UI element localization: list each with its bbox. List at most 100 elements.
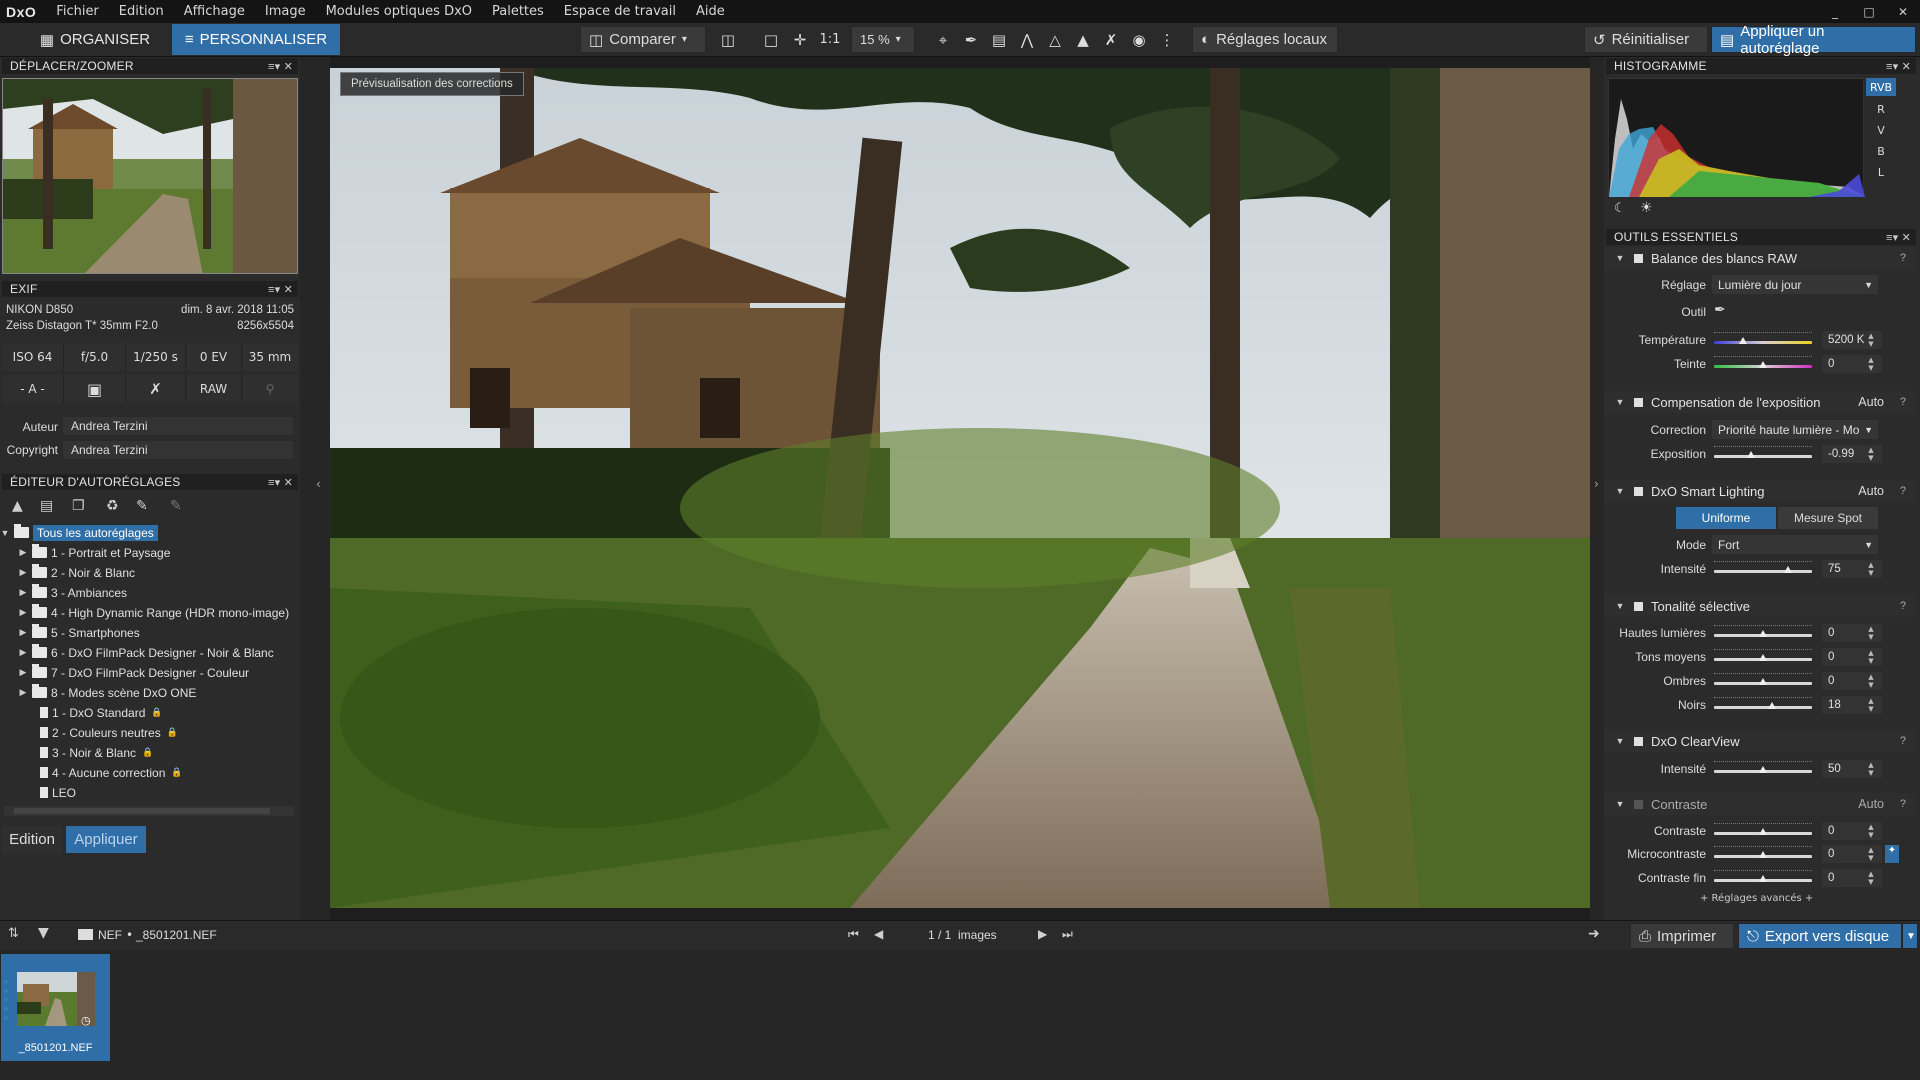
tree-item[interactable]: ▶ 1 - Portrait et Paysage bbox=[18, 543, 170, 562]
section-smart-lighting[interactable]: ▼ DxO Smart Lighting Auto ? bbox=[1604, 480, 1916, 502]
wb-setting-dropdown[interactable]: Lumière du jour ▼ bbox=[1712, 275, 1878, 294]
rating-stars-icon[interactable]: ★ ★ ★ ★ ★ bbox=[3, 978, 9, 1023]
help-icon[interactable]: ? bbox=[1900, 735, 1906, 747]
spot-mode-button[interactable]: Mesure Spot bbox=[1778, 507, 1878, 529]
panel-menu-close-icon[interactable]: ≡▾ ✕ bbox=[1886, 60, 1911, 73]
section-white-balance[interactable]: ▼ Balance des blancs RAW ? bbox=[1604, 247, 1916, 269]
sort-icon[interactable]: ⇅ bbox=[8, 926, 19, 941]
channel-r[interactable]: R bbox=[1866, 100, 1896, 118]
slider-thumb[interactable] bbox=[1759, 828, 1767, 835]
eyedropper-icon[interactable]: ✒ bbox=[961, 30, 981, 50]
slider-thumb[interactable] bbox=[1747, 451, 1756, 458]
section-selective-tone[interactable]: ▼ Tonalité sélective ? bbox=[1604, 595, 1916, 617]
minimize-button[interactable]: _ bbox=[1818, 5, 1852, 19]
apply-preset-button[interactable]: ▤ Appliquer un autoréglage bbox=[1711, 23, 1916, 57]
red-eye-icon[interactable]: ◉ bbox=[1129, 30, 1149, 50]
export-options-button[interactable]: ▼ bbox=[1902, 923, 1918, 949]
slider-thumb[interactable] bbox=[1739, 337, 1748, 344]
menu-aide[interactable]: Aide bbox=[686, 4, 735, 19]
stepper-icon[interactable]: ▲ ▼ bbox=[1866, 672, 1876, 690]
stepper-icon[interactable]: ▲ ▼ bbox=[1866, 822, 1876, 840]
slider-thumb[interactable] bbox=[1759, 875, 1767, 882]
stepper-icon[interactable]: ▲ ▼ bbox=[1866, 560, 1876, 578]
tint-slider[interactable] bbox=[1714, 356, 1812, 370]
maximize-button[interactable]: □ bbox=[1852, 5, 1886, 19]
sl-intensity-slider[interactable] bbox=[1714, 561, 1812, 575]
moire-icon[interactable]: ⋮ bbox=[1157, 30, 1177, 50]
tree-item[interactable]: ▶ 2 - Noir & Blanc bbox=[18, 563, 135, 582]
eyedropper-icon[interactable]: ✒ bbox=[1714, 302, 1726, 318]
stepper-icon[interactable]: ▲ ▼ bbox=[1866, 869, 1876, 887]
copyright-field[interactable]: Andrea Terzini bbox=[62, 440, 294, 460]
tree-item[interactable]: ▶ 8 - Modes scène DxO ONE bbox=[18, 683, 196, 702]
contrast-slider[interactable] bbox=[1714, 823, 1812, 837]
stepper-icon[interactable]: ▲ ▼ bbox=[1866, 355, 1876, 373]
horizon-icon[interactable]: ▤ bbox=[989, 30, 1009, 50]
menu-image[interactable]: Image bbox=[255, 4, 316, 19]
apply-button[interactable]: Appliquer bbox=[66, 826, 146, 853]
section-exposure[interactable]: ▼ Compensation de l'exposition Auto ? bbox=[1604, 391, 1916, 413]
filmstrip-thumbnail[interactable]: ◷ ★ ★ ★ ★ ★ _8501201.NEF bbox=[1, 954, 110, 1061]
reset-button[interactable]: ↺ Réinitialiser bbox=[1584, 26, 1708, 53]
stepper-icon[interactable]: ▲ ▼ bbox=[1866, 445, 1876, 463]
auto-wand-icon[interactable]: ✦ bbox=[1885, 845, 1899, 863]
slider-thumb[interactable] bbox=[1767, 702, 1776, 709]
import-preset-icon[interactable]: ▲ bbox=[12, 498, 23, 514]
duplicate-preset-icon[interactable]: ❐ bbox=[72, 498, 85, 514]
move-icon[interactable]: ✛ bbox=[790, 30, 810, 50]
help-icon[interactable]: ? bbox=[1900, 252, 1906, 264]
slider-thumb[interactable] bbox=[1759, 654, 1767, 661]
stepper-icon[interactable]: ▲ ▼ bbox=[1866, 696, 1876, 714]
tree-item[interactable]: ▶ 4 - High Dynamic Range (HDR mono-image) bbox=[18, 603, 289, 622]
panel-menu-close-icon[interactable]: ≡▾ ✕ bbox=[1886, 231, 1911, 244]
zoom-select[interactable]: 15 % ▾ bbox=[851, 26, 915, 53]
collapse-right-panel-icon[interactable]: › bbox=[1594, 477, 1599, 491]
channel-g[interactable]: V bbox=[1866, 121, 1896, 139]
auto-button[interactable]: Auto bbox=[1858, 395, 1884, 409]
tree-item[interactable]: ▶ 6 - DxO FilmPack Designer - Noir & Blan… bbox=[18, 643, 274, 662]
crop-icon[interactable]: ⌖ bbox=[933, 30, 953, 50]
save-preset-icon[interactable]: ✎ bbox=[170, 498, 182, 514]
section-contrast[interactable]: ▼ Contraste Auto ? bbox=[1604, 793, 1916, 815]
tree-item[interactable]: ▶ 7 - DxO FilmPack Designer - Couleur bbox=[18, 663, 249, 682]
perspective-4-icon[interactable]: △ bbox=[1045, 30, 1065, 50]
author-field[interactable]: Andrea Terzini bbox=[62, 416, 294, 436]
midtones-slider[interactable] bbox=[1714, 649, 1812, 663]
shadows-slider[interactable] bbox=[1714, 673, 1812, 687]
menu-affichage[interactable]: Affichage bbox=[174, 4, 255, 19]
auto-button[interactable]: Auto bbox=[1858, 797, 1884, 811]
help-icon[interactable]: ? bbox=[1900, 485, 1906, 497]
compare-button[interactable]: ◫ Comparer ▾ bbox=[580, 26, 706, 53]
last-image-icon[interactable]: ⏭ bbox=[1062, 927, 1073, 942]
close-window-button[interactable]: ✕ bbox=[1886, 5, 1920, 19]
channel-rgb[interactable]: RVB bbox=[1866, 78, 1896, 96]
stepper-icon[interactable]: ▲ ▼ bbox=[1866, 760, 1876, 778]
stepper-icon[interactable]: ▲ ▼ bbox=[1866, 845, 1876, 863]
enable-checkbox[interactable] bbox=[1634, 253, 1643, 263]
blacks-slider[interactable] bbox=[1714, 697, 1812, 711]
shadow-clipping-icon[interactable]: ☾ bbox=[1614, 201, 1626, 216]
advanced-settings-link[interactable]: + Réglages avancés + bbox=[1700, 893, 1813, 904]
temperature-slider[interactable] bbox=[1714, 332, 1812, 346]
print-button[interactable]: ⎙ Imprimer bbox=[1630, 923, 1734, 949]
enable-checkbox[interactable] bbox=[1634, 736, 1643, 746]
auto-button[interactable]: Auto bbox=[1858, 484, 1884, 498]
slider-thumb[interactable] bbox=[1783, 566, 1792, 573]
export-preset-icon[interactable]: ✎ bbox=[136, 498, 148, 514]
menu-edition[interactable]: Edition bbox=[109, 4, 174, 19]
next-image-icon[interactable]: ▶ bbox=[1038, 927, 1047, 941]
stepper-icon[interactable]: ▲ ▼ bbox=[1866, 624, 1876, 642]
tab-customize[interactable]: ≡ PERSONNALISER bbox=[172, 24, 340, 55]
menu-fichier[interactable]: Fichier bbox=[46, 4, 109, 19]
tree-horizontal-scrollbar[interactable] bbox=[4, 806, 294, 816]
send-to-icon[interactable]: ➜ bbox=[1588, 926, 1600, 942]
tree-item[interactable]: ▶ 5 - Smartphones bbox=[18, 623, 140, 642]
menu-palettes[interactable]: Palettes bbox=[482, 4, 554, 19]
enable-checkbox[interactable] bbox=[1634, 799, 1643, 809]
navigator-thumbnail[interactable] bbox=[2, 78, 298, 274]
slider-thumb[interactable] bbox=[1759, 851, 1767, 858]
scrollbar-thumb[interactable] bbox=[14, 808, 270, 814]
first-image-icon[interactable]: ⏮ bbox=[848, 927, 859, 942]
slider-thumb[interactable] bbox=[1759, 766, 1767, 773]
uniform-mode-button[interactable]: Uniforme bbox=[1676, 507, 1776, 529]
